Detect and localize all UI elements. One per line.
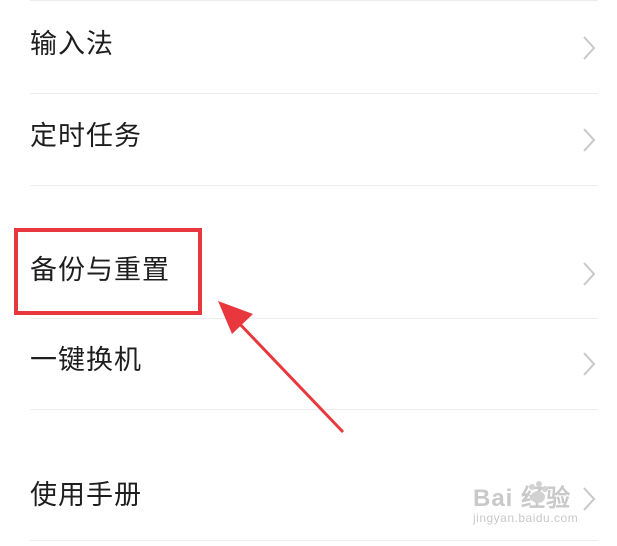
annotation-arrow-icon — [218, 301, 345, 434]
watermark-logo: Bai 经验 — [473, 485, 572, 512]
paw-icon — [525, 480, 551, 506]
watermark: Bai 经验 jingyan.baidu.com — [473, 478, 613, 540]
watermark-url: jingyan.baidu.com — [473, 511, 579, 525]
